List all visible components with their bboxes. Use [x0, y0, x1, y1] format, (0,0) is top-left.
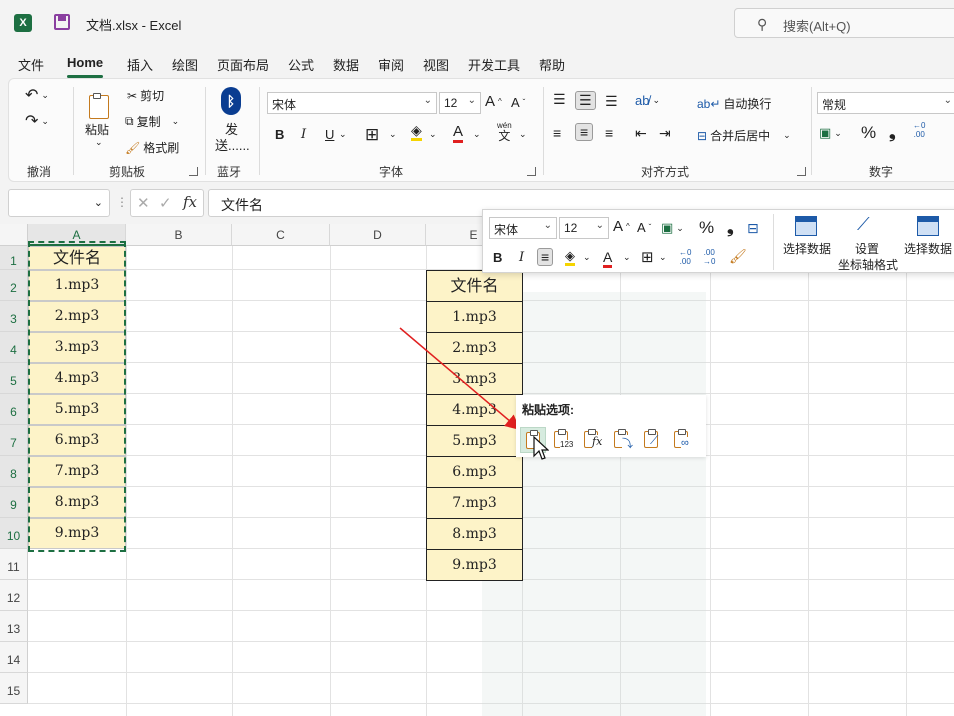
- paste-formulas-icon[interactable]: fx: [582, 429, 604, 451]
- annotation-arrow: [399, 327, 521, 430]
- paste-formatting-icon[interactable]: ⟋: [642, 429, 664, 451]
- paste-formulas-label: fx: [592, 435, 603, 448]
- mouse-cursor-icon: [533, 436, 549, 460]
- paste-values-icon[interactable]: 123: [552, 429, 574, 451]
- paste-link-icon[interactable]: ∞: [672, 429, 694, 451]
- paste-values-label: 123: [560, 440, 574, 449]
- paste-options-title: 粘贴选项:: [522, 403, 574, 417]
- paste-transpose-icon[interactable]: ⤵: [612, 429, 634, 451]
